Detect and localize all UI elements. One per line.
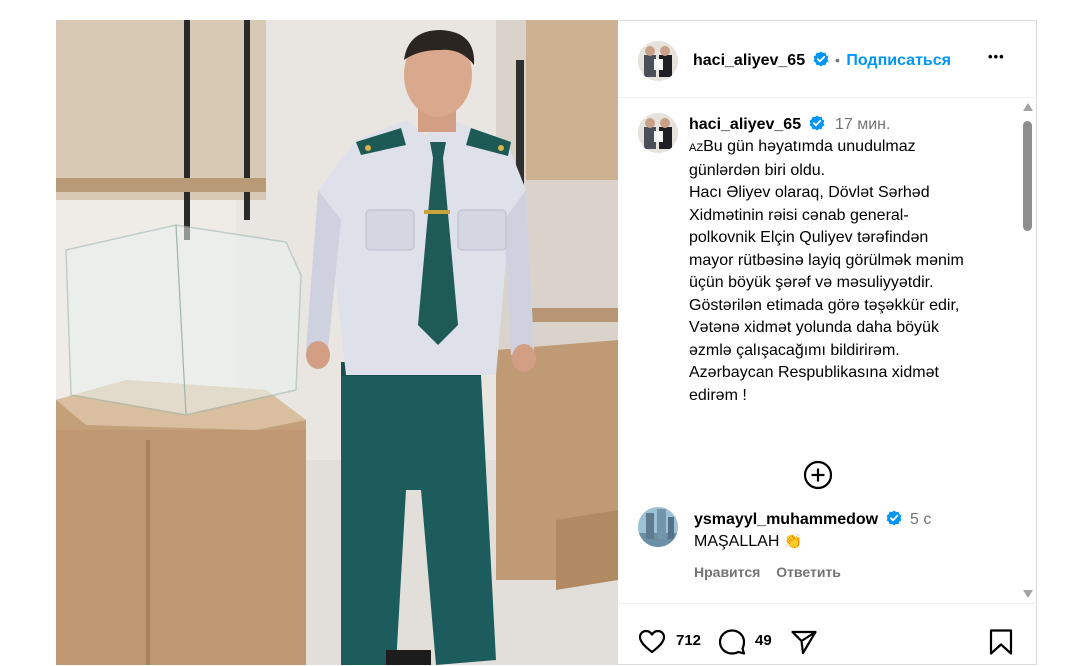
scroll-up-arrow-icon[interactable] — [1023, 103, 1033, 111]
caption-line: mayor rütbəsinə layiq görülmək mənim — [689, 251, 964, 269]
comment-header: ysmayyl_muhammedow 5 с — [694, 510, 931, 529]
caption-line: Hacı Əliyev olaraq, Dövlət Sərhəd — [689, 184, 930, 201]
caption-line: polkovnik Elçin Quliyev tərəfindən — [689, 229, 929, 246]
bookmark-icon[interactable] — [988, 628, 1014, 656]
caption-line: Xidmətinin rəisi cənab general- — [689, 206, 909, 224]
scrollbar-thumb[interactable] — [1023, 121, 1032, 231]
heart-icon[interactable] — [638, 628, 666, 656]
comment-reply-button[interactable]: Ответить — [776, 564, 841, 580]
caption-timestamp[interactable]: 17 мин. — [835, 116, 890, 133]
caption-line: günlərdən biri oldu. — [689, 161, 826, 179]
header-user-line: haci_aliyev_65 • Подписаться — [693, 51, 951, 71]
comment-timestamp[interactable]: 5 с — [910, 511, 931, 528]
clapping-hands-icon: 👏 — [783, 533, 803, 550]
caption-header: haci_aliyev_65 17 мин. — [689, 115, 890, 134]
author-avatar[interactable] — [638, 41, 678, 81]
caption-line: Azərbaycan Respublikasına xidmət — [689, 364, 939, 381]
caption-text: AZBu gün həyatımda unudulmaz günlərdən b… — [689, 136, 1009, 407]
comments-scroll-area[interactable]: haci_aliyev_65 17 мин. AZBu gün həyatımd… — [618, 99, 1037, 602]
caption-line: Vətənə xidmət yolunda daha böyük — [689, 319, 939, 336]
commenter-avatar[interactable] — [638, 507, 678, 547]
verified-badge-icon — [813, 51, 829, 67]
comments-scrollbar[interactable] — [1019, 99, 1036, 602]
likes-count[interactable]: 712 — [676, 632, 701, 649]
comment-bubble-icon[interactable] — [718, 628, 746, 656]
post-action-bar: 712 49 — [618, 603, 1037, 666]
comment-text: MAŞALLAH 👏 — [694, 532, 803, 551]
header-separator: • — [835, 52, 840, 68]
comment-like-button[interactable]: Нравится — [694, 564, 760, 580]
comment-actions: Нравится Ответить — [694, 564, 841, 580]
comments-count[interactable]: 49 — [755, 632, 772, 649]
comment-body: MAŞALLAH — [694, 533, 780, 550]
caption-line: əzmlə çalışacağımı bildirirəm. — [689, 341, 900, 359]
author-username[interactable]: haci_aliyev_65 — [693, 52, 805, 69]
post-image[interactable] — [56, 20, 618, 665]
caption-line: Bu gün həyatımda unudulmaz — [703, 138, 916, 155]
verified-badge-icon — [886, 510, 902, 526]
commenter-username[interactable]: ysmayyl_muhammedow — [694, 511, 878, 528]
follow-button[interactable]: Подписаться — [846, 52, 951, 69]
caption-line: edirəm ! — [689, 386, 747, 404]
caption-author-avatar[interactable] — [638, 113, 678, 153]
paper-plane-icon[interactable] — [790, 628, 818, 656]
caption-username[interactable]: haci_aliyev_65 — [689, 116, 801, 133]
post-header: haci_aliyev_65 • Подписаться ••• — [618, 21, 1036, 98]
plus-circle-icon[interactable] — [802, 459, 834, 491]
post-photo-illustration — [56, 20, 618, 665]
avatar-image — [638, 113, 678, 153]
caption-lang-tag: AZ — [689, 142, 704, 154]
avatar-image — [638, 41, 678, 81]
scroll-down-arrow-icon[interactable] — [1023, 590, 1033, 598]
caption-line: üçün böyük şərəf və məsuliyyətdir. — [689, 274, 934, 291]
avatar-image — [638, 507, 678, 547]
caption-line: Göstərilən etimada görə təşəkkür edir, — [689, 296, 960, 314]
more-options-button[interactable]: ••• — [988, 49, 1005, 64]
post-side-panel: haci_aliyev_65 • Подписаться ••• haci_al… — [618, 20, 1037, 665]
verified-badge-icon — [809, 115, 825, 131]
